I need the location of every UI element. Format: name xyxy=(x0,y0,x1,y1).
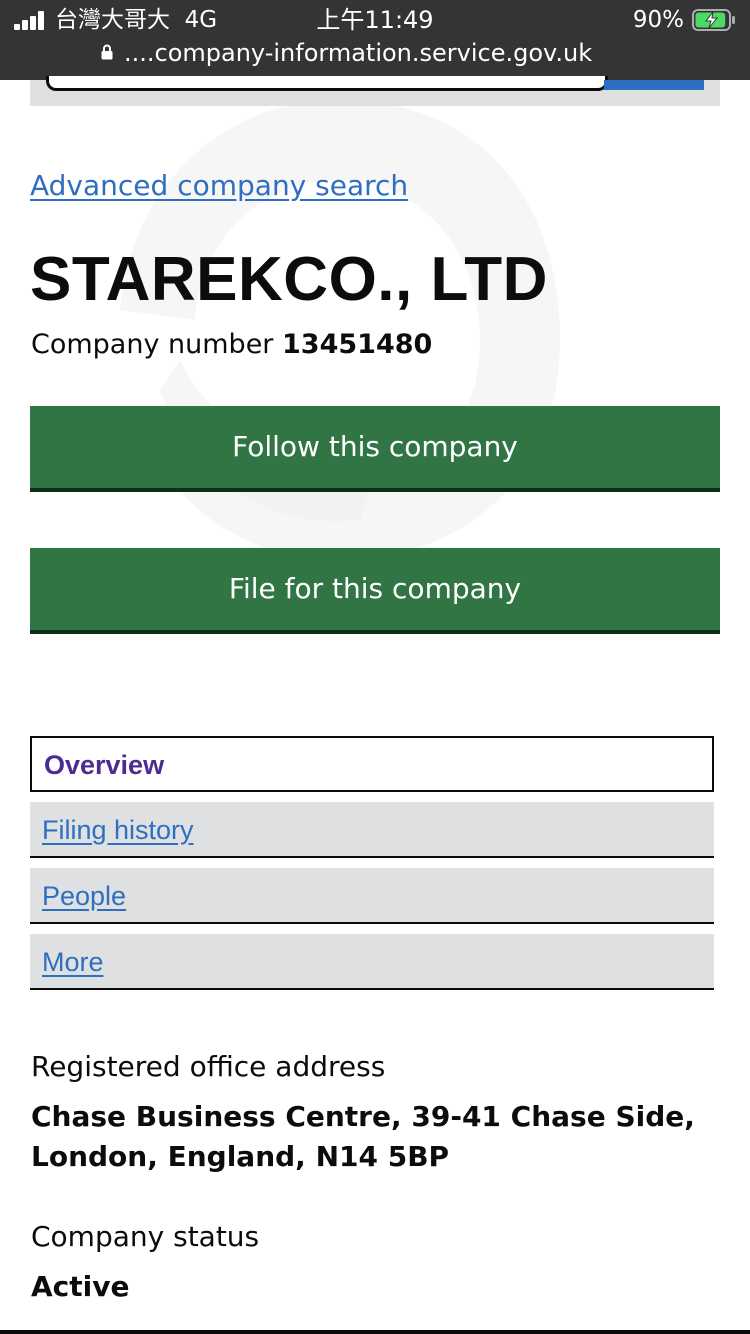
address-line-1: Chase Business Centre, 39-41 Chase Side, xyxy=(31,1100,695,1133)
company-status-label: Company status xyxy=(31,1220,260,1253)
tab-filing-history-link[interactable]: Filing history xyxy=(42,815,194,845)
tab-overview[interactable]: Overview xyxy=(30,736,714,792)
tab-filing-history[interactable]: Filing history xyxy=(30,802,714,858)
status-bar: 台灣大哥大 4G 上午11:49 90% ....company-informa… xyxy=(0,0,750,80)
company-number-value: 13451480 xyxy=(282,329,433,360)
registered-office-address-value: Chase Business Centre, 39-41 Chase Side,… xyxy=(31,1097,711,1177)
tab-more[interactable]: More xyxy=(30,934,714,990)
company-number: Company number 13451480 xyxy=(31,326,432,364)
signal-icon xyxy=(14,10,48,30)
lock-icon xyxy=(101,44,113,60)
tab-more-link[interactable]: More xyxy=(42,947,104,977)
network-type: 4G xyxy=(184,7,218,33)
search-panel xyxy=(30,76,720,106)
bottom-divider xyxy=(0,1330,750,1334)
tab-people-link[interactable]: People xyxy=(42,881,126,911)
carrier-name: 台灣大哥大 xyxy=(55,7,170,33)
company-name: STAREKCO., LTD xyxy=(30,245,548,314)
follow-company-button[interactable]: Follow this company xyxy=(30,406,720,492)
advanced-company-search-link[interactable]: Advanced company search xyxy=(30,168,408,204)
address-line-2: London, England, N14 5BP xyxy=(31,1140,450,1173)
search-button[interactable] xyxy=(604,80,704,90)
company-number-label: Company number xyxy=(31,329,274,360)
company-status-value: Active xyxy=(31,1270,130,1303)
carrier-label: 台灣大哥大 4G xyxy=(55,4,217,36)
clock: 上午11:49 xyxy=(316,6,434,34)
battery-percentage: 90% xyxy=(632,7,684,33)
battery-charging-icon xyxy=(692,9,735,31)
file-for-company-button[interactable]: File for this company xyxy=(30,548,720,634)
address-bar-url[interactable]: ....company-information.service.gov.uk xyxy=(124,37,592,69)
registered-office-address-label: Registered office address xyxy=(31,1050,386,1083)
search-input[interactable] xyxy=(46,76,608,91)
tab-people[interactable]: People xyxy=(30,868,714,924)
